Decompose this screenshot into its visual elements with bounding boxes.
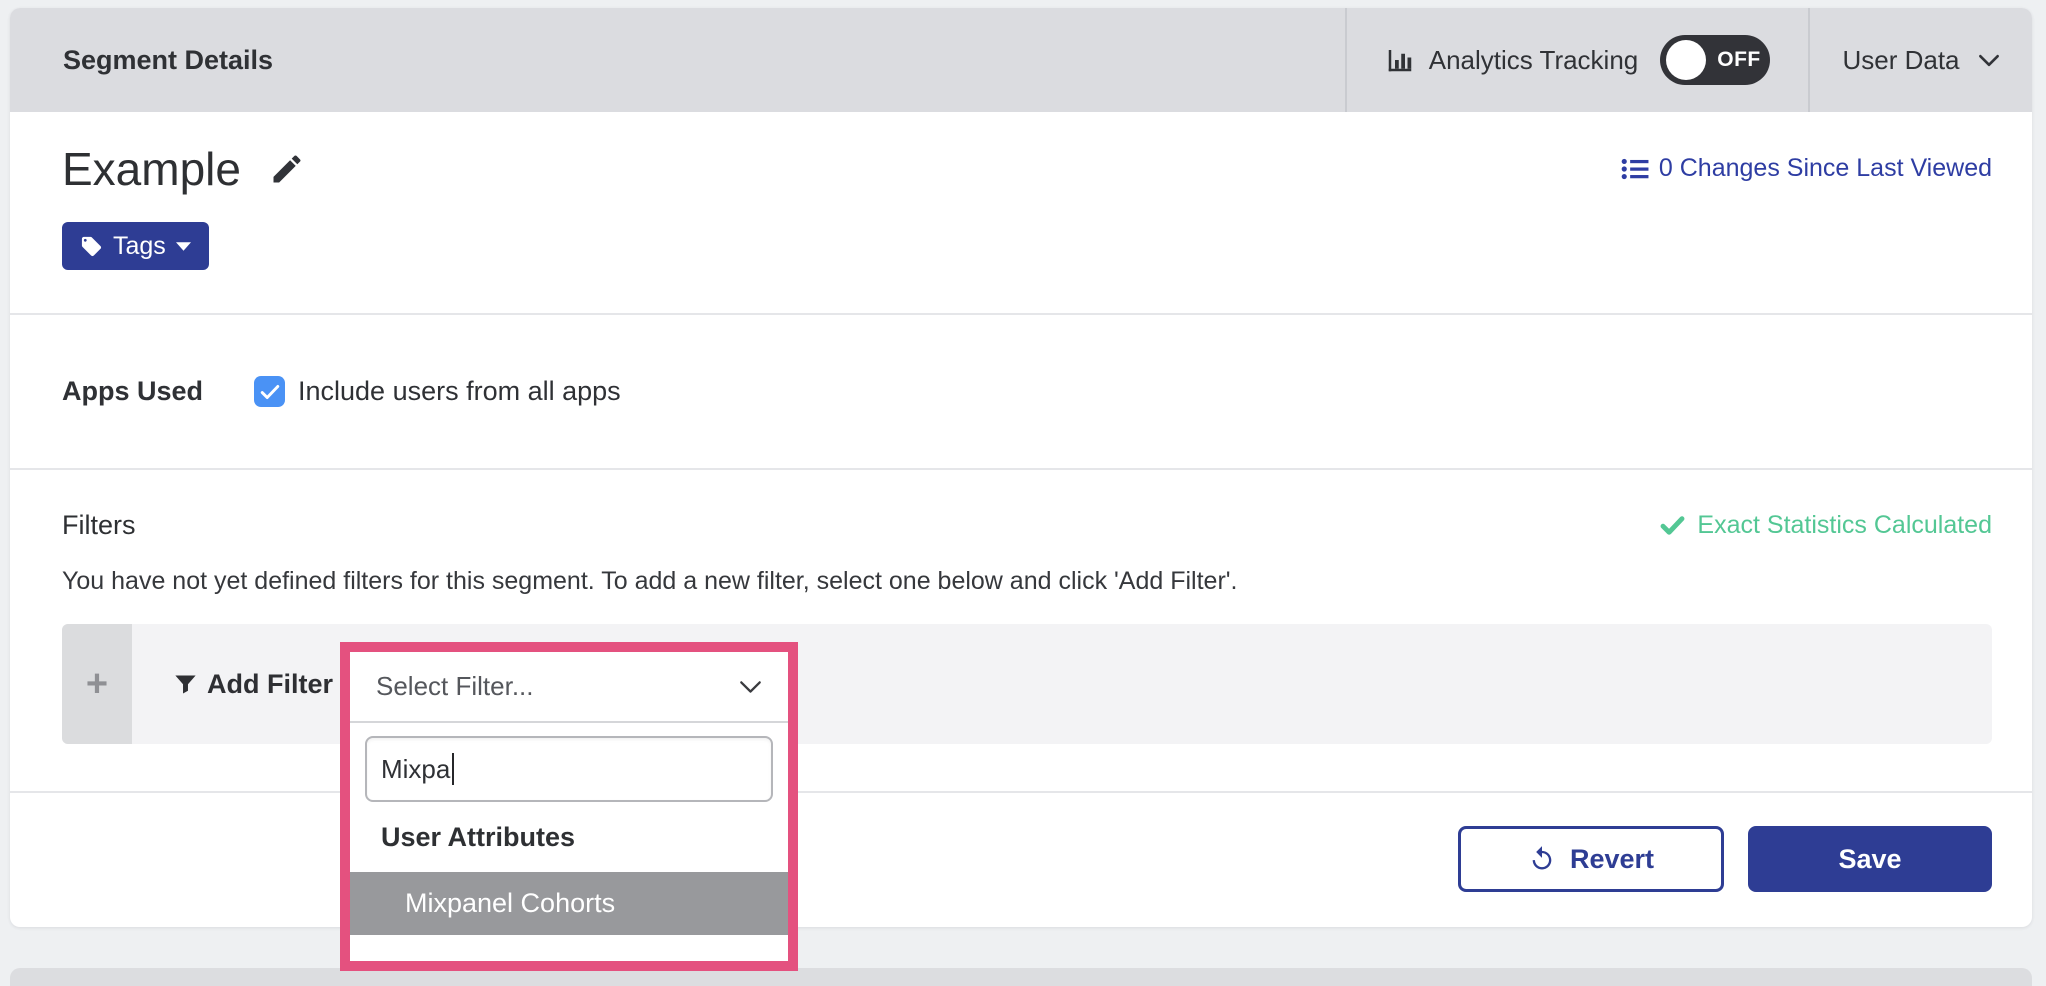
revert-button[interactable]: Revert <box>1458 826 1724 892</box>
option-group-header: User Attributes <box>350 822 788 853</box>
tag-icon <box>80 235 103 258</box>
changes-link-label: 0 Changes Since Last Viewed <box>1659 154 1992 183</box>
undo-icon <box>1528 845 1556 873</box>
next-section-bar <box>10 968 2032 986</box>
option-mixpanel-cohorts[interactable]: Mixpanel Cohorts <box>350 872 788 935</box>
revert-button-label: Revert <box>1570 844 1654 875</box>
filter-search-value: Mixpa <box>381 754 450 785</box>
filters-empty-message: You have not yet defined filters for thi… <box>62 567 1992 596</box>
filter-select-value: Select Filter... <box>376 671 739 702</box>
include-all-apps-checkbox[interactable] <box>254 376 285 407</box>
caret-down-icon <box>176 242 191 251</box>
add-filter-label: Add Filter <box>207 669 333 700</box>
list-icon <box>1621 157 1649 181</box>
tags-button[interactable]: Tags <box>62 222 209 270</box>
segment-details-card: Segment Details Analytics Tracking OFF <box>10 8 2032 927</box>
footer-actions: Revert Save <box>10 793 2032 925</box>
status-badge: Exact Statistics Calculated <box>1660 511 1992 540</box>
segment-name: Example <box>62 142 241 196</box>
apps-used-section: Apps Used Include users from all apps <box>10 315 2032 470</box>
analytics-tracking-group: Analytics Tracking OFF <box>1347 8 1808 112</box>
highlight-box: Select Filter... Mixpa User Attributes M… <box>340 642 798 971</box>
changes-since-last-viewed-link[interactable]: 0 Changes Since Last Viewed <box>1621 154 1992 183</box>
pencil-icon[interactable] <box>269 151 305 187</box>
user-data-label: User Data <box>1842 45 1959 76</box>
card-header: Segment Details Analytics Tracking OFF <box>10 8 2032 112</box>
analytics-tracking-toggle[interactable]: OFF <box>1660 35 1770 85</box>
toggle-knob <box>1666 40 1706 80</box>
toggle-state-label: OFF <box>1717 48 1761 72</box>
user-data-dropdown-trigger[interactable]: User Data <box>1810 8 2032 112</box>
filters-section: Filters Exact Statistics Calculated You … <box>10 470 2032 793</box>
analytics-tracking-label: Analytics Tracking <box>1429 45 1639 76</box>
bar-chart-icon <box>1385 45 1415 75</box>
page-title: Segment Details <box>63 45 273 76</box>
filter-select-control[interactable]: Select Filter... <box>350 652 788 723</box>
status-badge-label: Exact Statistics Calculated <box>1697 511 1992 540</box>
filters-heading-row: Filters Exact Statistics Calculated <box>62 470 1992 541</box>
add-filter-button[interactable]: Add Filter <box>172 669 333 700</box>
segment-details-page: Segment Details Analytics Tracking OFF <box>0 0 2046 986</box>
filter-select-menu: Mixpa User Attributes Mixpanel Cohorts <box>350 736 788 935</box>
segment-title-section: Example Tags <box>10 112 2032 315</box>
include-all-apps-label[interactable]: Include users from all apps <box>298 376 621 407</box>
text-cursor <box>452 753 454 785</box>
chevron-down-icon <box>1978 54 2000 67</box>
save-button[interactable]: Save <box>1748 826 1992 892</box>
apps-used-label: Apps Used <box>62 376 254 407</box>
filters-heading: Filters <box>62 510 136 541</box>
add-filter-plus-button[interactable]: + <box>62 624 132 744</box>
funnel-icon <box>172 671 199 698</box>
chevron-down-icon <box>739 680 762 694</box>
check-icon <box>260 384 280 400</box>
save-button-label: Save <box>1838 844 1901 875</box>
check-icon <box>1660 516 1685 535</box>
tags-button-label: Tags <box>113 232 166 261</box>
filter-search-input[interactable]: Mixpa <box>365 736 773 802</box>
